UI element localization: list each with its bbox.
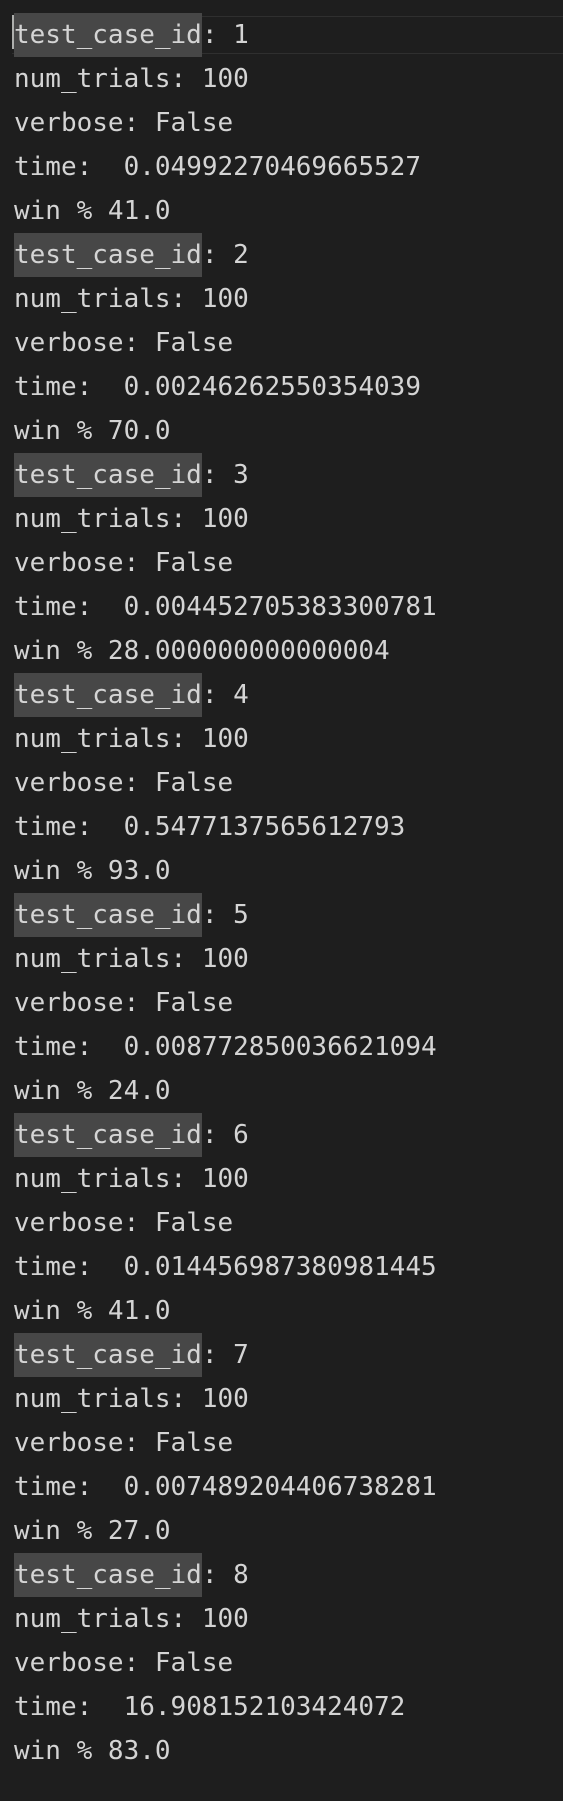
test-case-id-value: 4 <box>233 680 249 710</box>
num-trials-value: 100 <box>201 1384 249 1414</box>
run-block: test_case_id: 4 num_trials: 100 verbose:… <box>14 673 563 893</box>
verbose-value: False <box>154 108 234 138</box>
num-trials-line: num_trials: 100 <box>14 1384 249 1414</box>
time-line: time: 0.04992270469665527 <box>14 152 421 182</box>
time-line: time: 0.5477137565612793 <box>14 812 406 842</box>
win-line: win % 70.0 <box>14 416 171 446</box>
win-value: 41.0 <box>107 196 171 226</box>
num-trials-value: 100 <box>201 64 249 94</box>
win-value: 70.0 <box>107 416 171 446</box>
win-line: win % 27.0 <box>14 1516 171 1546</box>
time-value: 0.5477137565612793 <box>123 812 406 842</box>
test-case-id-value: 7 <box>233 1340 249 1370</box>
search-match: test_case_id <box>14 233 202 277</box>
verbose-value: False <box>154 548 234 578</box>
time-line: time: 0.007489204406738281 <box>14 1472 437 1502</box>
test-case-id-value: 6 <box>233 1120 249 1150</box>
run-block: test_case_id: 7 num_trials: 100 verbose:… <box>14 1333 563 1553</box>
test-case-id-line: test_case_id: 7 <box>14 1333 563 1377</box>
num-trials-line: num_trials: 100 <box>14 1604 249 1634</box>
win-line: win % 41.0 <box>14 196 171 226</box>
verbose-line: verbose: False <box>14 108 234 138</box>
num-trials-line: num_trials: 100 <box>14 1164 249 1194</box>
run-block: test_case_id: 2 num_trials: 100 verbose:… <box>14 233 563 453</box>
num-trials-value: 100 <box>201 944 249 974</box>
verbose-value: False <box>154 988 234 1018</box>
num-trials-line: num_trials: 100 <box>14 944 249 974</box>
test-case-id-line: test_case_id: 4 <box>14 673 563 717</box>
verbose-line: verbose: False <box>14 328 234 358</box>
num-trials-line: num_trials: 100 <box>14 504 249 534</box>
verbose-line: verbose: False <box>14 768 234 798</box>
search-match: test_case_id <box>14 13 202 57</box>
search-match: test_case_id <box>14 893 202 937</box>
num-trials-line: num_trials: 100 <box>14 284 249 314</box>
time-value: 0.014456987380981445 <box>123 1252 437 1282</box>
time-line: time: 0.004452705383300781 <box>14 592 437 622</box>
test-case-id-line: test_case_id: 6 <box>14 1113 563 1157</box>
win-value: 41.0 <box>107 1296 171 1326</box>
win-value: 24.0 <box>107 1076 171 1106</box>
time-line: time: 0.014456987380981445 <box>14 1252 437 1282</box>
time-value: 0.007489204406738281 <box>123 1472 437 1502</box>
win-line: win % 24.0 <box>14 1076 171 1106</box>
run-block: test_case_id: 3 num_trials: 100 verbose:… <box>14 453 563 673</box>
verbose-value: False <box>154 768 234 798</box>
verbose-line: verbose: False <box>14 1208 234 1238</box>
num-trials-line: num_trials: 100 <box>14 64 249 94</box>
verbose-line: verbose: False <box>14 1428 234 1458</box>
test-case-id-line: test_case_id: 1 <box>12 13 563 57</box>
verbose-line: verbose: False <box>14 1648 234 1678</box>
run-block: test_case_id: 8 num_trials: 100 verbose:… <box>14 1553 563 1773</box>
run-block: test_case_id: 6 num_trials: 100 verbose:… <box>14 1113 563 1333</box>
num-trials-value: 100 <box>201 1604 249 1634</box>
search-match: test_case_id <box>14 1113 202 1157</box>
search-match: test_case_id <box>14 673 202 717</box>
test-case-id-value: 8 <box>233 1560 249 1590</box>
test-case-id-value: 5 <box>233 900 249 930</box>
time-value: 0.008772850036621094 <box>123 1032 437 1062</box>
run-block: test_case_id: 1 num_trials: 100 verbose:… <box>12 13 563 233</box>
win-line: win % 93.0 <box>14 856 171 886</box>
time-value: 0.00246262550354039 <box>123 372 421 402</box>
verbose-line: verbose: False <box>14 988 234 1018</box>
verbose-value: False <box>154 328 234 358</box>
verbose-line: verbose: False <box>14 548 234 578</box>
win-value: 27.0 <box>107 1516 171 1546</box>
verbose-value: False <box>154 1648 234 1678</box>
time-value: 0.04992270469665527 <box>123 152 421 182</box>
search-match: test_case_id <box>14 453 202 497</box>
test-case-id-value: 3 <box>233 460 249 490</box>
num-trials-value: 100 <box>201 284 249 314</box>
search-match: test_case_id <box>14 1333 202 1377</box>
time-line: time: 16.908152103424072 <box>14 1692 406 1722</box>
win-value: 83.0 <box>107 1736 171 1766</box>
win-value: 93.0 <box>107 856 171 886</box>
test-case-id-value: 1 <box>233 20 249 50</box>
time-value: 0.004452705383300781 <box>123 592 437 622</box>
test-case-id-line: test_case_id: 8 <box>14 1553 563 1597</box>
win-value: 28.000000000000004 <box>107 636 390 666</box>
verbose-value: False <box>154 1208 234 1238</box>
output-editor[interactable]: test_case_id: 1 num_trials: 100 verbose:… <box>12 13 563 1773</box>
test-case-id-value: 2 <box>233 240 249 270</box>
win-line: win % 83.0 <box>14 1736 171 1766</box>
time-line: time: 0.008772850036621094 <box>14 1032 437 1062</box>
verbose-value: False <box>154 1428 234 1458</box>
test-case-id-line: test_case_id: 5 <box>14 893 563 937</box>
num-trials-value: 100 <box>201 504 249 534</box>
time-value: 16.908152103424072 <box>123 1692 406 1722</box>
win-line: win % 41.0 <box>14 1296 171 1326</box>
time-line: time: 0.00246262550354039 <box>14 372 421 402</box>
test-case-id-line: test_case_id: 2 <box>14 233 563 277</box>
search-match: test_case_id <box>14 1553 202 1597</box>
test-case-id-line: test_case_id: 3 <box>14 453 563 497</box>
win-line: win % 28.000000000000004 <box>14 636 390 666</box>
num-trials-value: 100 <box>201 724 249 754</box>
num-trials-value: 100 <box>201 1164 249 1194</box>
run-block: test_case_id: 5 num_trials: 100 verbose:… <box>14 893 563 1113</box>
num-trials-line: num_trials: 100 <box>14 724 249 754</box>
